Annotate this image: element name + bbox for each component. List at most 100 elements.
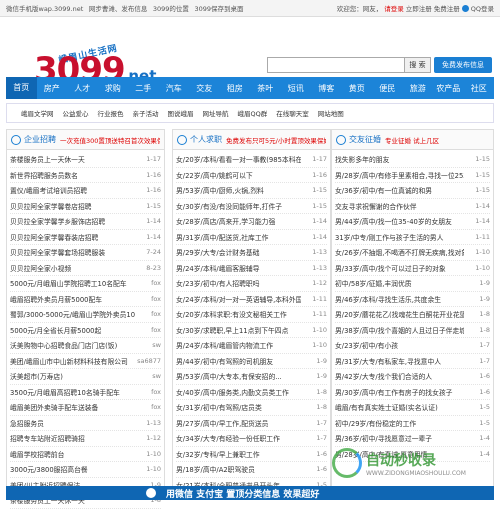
list-item[interactable]: 男/31岁/高中/配送货,社库工作 1-14 xyxy=(176,230,327,245)
publish-button[interactable]: 免费发布信息 xyxy=(434,57,492,73)
list-item-title[interactable]: 女/34岁/大专/有经验一份任职工作 xyxy=(176,433,301,443)
nav-item[interactable]: 首页 xyxy=(6,77,37,99)
list-item-title[interactable]: 女/30岁/求聘职,早上11点到下午四点 xyxy=(176,325,301,335)
list-item-title[interactable]: 女/24岁/本科/对一对一英语辅导,本科外国语学院 xyxy=(176,294,301,304)
list-item-title[interactable]: 男/42岁/大专/找个我们合适的人 xyxy=(335,371,464,381)
list-item[interactable]: 女/31岁/初中/有驾照/店员类 1-8 xyxy=(176,400,327,416)
register-link[interactable]: 立即注册 xyxy=(406,3,432,13)
list-item-title[interactable]: 女/26岁/不抽烟,不喝酒不打牌无疾病,找对象 xyxy=(335,247,464,257)
list-item[interactable]: 置仪/峨眉考试培训员招聘 1-16 xyxy=(10,183,161,199)
list-item-title[interactable]: 男/31岁/高中/配送货,社库工作 xyxy=(176,232,301,242)
list-item[interactable]: 贝贝拉阿全家学馨卷店招聘 1-15 xyxy=(10,199,161,214)
list-item[interactable]: 急招服务员 1-13 xyxy=(10,416,161,431)
list-item[interactable]: 峨眉学校招聘前台 1-10 xyxy=(10,447,161,462)
nav-item[interactable]: 博客 xyxy=(311,83,342,94)
list-item[interactable]: 男/29岁/大专/会计财务基础 1-13 xyxy=(176,245,327,261)
top-link-location[interactable]: 3099的位置 xyxy=(153,5,189,13)
list-item-title[interactable]: 贝贝拉阿全家学馨卷店招聘 xyxy=(10,201,135,211)
list-item[interactable]: 男/44岁/高中/找一位35-40岁的女朋友 1-14 xyxy=(335,214,490,230)
column-subtitle[interactable]: 专业征婚 试上几区 xyxy=(385,135,489,145)
list-item-title[interactable]: 男/18岁/高中/A2职驾驶员 xyxy=(176,464,301,474)
list-item[interactable]: 男/46岁/本科/寻找生活乐,共度余生 1-9 xyxy=(335,292,490,307)
nav-item[interactable]: 农产品 xyxy=(433,83,464,94)
column-title[interactable]: 企业招聘 xyxy=(24,134,56,145)
top-link-desktop[interactable]: 3099保存到桌面 xyxy=(194,5,243,13)
list-item-title[interactable]: 贝贝拉阿全家学馨套场招聘服装 xyxy=(10,247,135,257)
list-item[interactable]: 女/28岁/高店/高来开,学习能力强 1-14 xyxy=(176,214,327,230)
list-item[interactable]: 峨眉招聘外卖员月薪5000配车 fox xyxy=(10,292,161,307)
nav-item[interactable]: 求购 xyxy=(98,83,129,94)
column-subtitle[interactable]: 一次充值300置顶送特召首次效果保好 xyxy=(60,135,160,145)
list-item-title[interactable]: 女/30岁/有没/有没同能师年,打件子 xyxy=(176,201,301,211)
list-item-title[interactable]: 女/32岁/专科/早上兼职工作 xyxy=(176,449,301,459)
list-item-title[interactable]: 找失影多年的朋友 xyxy=(335,154,464,164)
nav-item[interactable]: 二手 xyxy=(128,83,159,94)
list-item-title[interactable]: 男/44岁/初中/有驾照的司机朋友 xyxy=(176,356,301,366)
nav-item[interactable]: 汽车 xyxy=(159,83,190,94)
list-item-title[interactable]: 交友寻求祝懈谢的合作伙伴 xyxy=(335,201,464,211)
list-item-title[interactable]: 男/29岁/大专/会计财务基础 xyxy=(176,247,301,257)
list-item-title[interactable]: 沃美超市(万寿店) xyxy=(10,371,135,381)
nav-item[interactable]: 便民 xyxy=(372,83,403,94)
search-button[interactable]: 搜 索 xyxy=(405,57,431,73)
list-item[interactable]: 贝贝拉阿全家学馨套场招聘服装 7-24 xyxy=(10,245,161,261)
list-item-title[interactable]: 男/38岁/高中/找个喜姻的人且过日子伴走城域 xyxy=(335,325,464,335)
list-item[interactable]: 男/33岁/高中/找个可以过日子的对象 1-10 xyxy=(335,261,490,276)
list-item-title[interactable]: 贝贝拉全家学馨学乡服饰店招聘 xyxy=(10,216,135,226)
list-item-title[interactable]: 男/46岁/本科/寻找生活乐,共度余生 xyxy=(335,294,464,304)
list-item[interactable]: 男/31岁/大专/有私家车,寻找意中人 1-7 xyxy=(335,354,490,369)
list-item[interactable]: 贝贝拉阿全家小视频 8-23 xyxy=(10,261,161,276)
subnav-item[interactable]: 行业报色 xyxy=(98,108,124,118)
nav-item[interactable]: 交友 xyxy=(189,83,220,94)
list-item-title[interactable]: 女/40岁/高中/服务类,内勤文员类工作 xyxy=(176,387,301,397)
list-item[interactable]: 男/30岁/高中/有工作有房子的找女孩子 1-6 xyxy=(335,385,490,400)
list-item-title[interactable]: 峨眉招聘外卖员月薪5000配车 xyxy=(10,294,135,304)
list-item-title[interactable]: 贝贝拉阿全家小视频 xyxy=(10,263,135,273)
list-item-title[interactable]: 男/24岁/本科/峨眉管内物流工作 xyxy=(176,340,301,350)
list-item-title[interactable]: 男/53岁/高中/厨师,火锅,烈料 xyxy=(176,185,301,195)
nav-item[interactable]: 短讯 xyxy=(281,83,312,94)
list-item-title[interactable]: 女/23岁/初中/有小孩 xyxy=(335,340,464,350)
free-register-link[interactable]: 免费注册 xyxy=(434,3,460,13)
subnav-item[interactable]: 图说峨眉 xyxy=(168,108,194,118)
list-item-title[interactable]: 男/27岁/高中/早工作,配货送员 xyxy=(176,418,301,428)
list-item-title[interactable]: 男/24岁/本科/峨眉客服辅导 xyxy=(176,263,301,273)
list-item-title[interactable]: 急招服务员 xyxy=(10,418,135,428)
subnav-item[interactable]: 峨眉文学网 xyxy=(21,108,54,118)
list-item-title[interactable]: 女/22岁/高中/姚鹤可以下 xyxy=(176,170,301,180)
list-item[interactable]: 5000元/月峨眉山学院招聘工10名配车 fox xyxy=(10,276,161,292)
list-item-title[interactable]: 5000元/月峨眉山学院招聘工10名配车 xyxy=(10,278,135,288)
nav-item[interactable]: 旅游 xyxy=(403,83,434,94)
list-item-title[interactable]: 沃美购物中心招聘食品门店门店(饭) xyxy=(10,340,135,350)
list-item[interactable]: 女/36岁/初中/有一位真诚的和男 1-15 xyxy=(335,183,490,199)
list-item-title[interactable]: 女/20岁/本科求职:有没文秘相关工作 xyxy=(176,309,301,319)
list-item[interactable]: 峨眉美团外卖骑手配车送装备 fox xyxy=(10,400,161,416)
list-item-title[interactable]: 男/31岁/大专/有私家车,寻找意中人 xyxy=(335,356,464,366)
list-item-title[interactable]: 茶楼服务员上一天休一天 xyxy=(10,154,135,164)
subnav-item[interactable]: 在线聊天室 xyxy=(276,108,309,118)
list-item[interactable]: 贝贝拉阿全家学馨春装店招聘 1-14 xyxy=(10,230,161,245)
list-item-title[interactable]: 初中/29岁/有份稳定的工作 xyxy=(335,418,464,428)
list-item[interactable]: 女/20岁/本科/看看一对一事教(985本科在读) 1-17 xyxy=(176,152,327,168)
subnav-item[interactable]: 峨眉QQ群 xyxy=(238,108,268,118)
top-link-publish[interactable]: 网步曹滩、发布信息 xyxy=(89,5,148,13)
list-item-title[interactable]: 置仪/峨眉考试培训员招聘 xyxy=(10,185,135,195)
list-item[interactable]: 男/27岁/高中/早工作,配货送员 1-7 xyxy=(176,416,327,431)
nav-item[interactable]: 房产 xyxy=(37,83,68,94)
list-item[interactable]: 男/53岁/高中/大专本,有保安招的... 1-9 xyxy=(176,369,327,385)
list-item[interactable]: 美团/峨眉山市中山新材料科技有限公司 sa6877 xyxy=(10,354,161,369)
list-item-title[interactable]: 男/28岁/高中/有修手里素相合,寻找一位2535岁的单身 xyxy=(335,170,464,180)
list-item[interactable]: 女/23岁/初中/有人招聘职吗 1-12 xyxy=(176,276,327,292)
list-item-title[interactable]: 31岁/中专/刚工作与孩子生活的男人 xyxy=(335,232,464,242)
list-item[interactable]: 女/23岁/初中/有小孩 1-7 xyxy=(335,338,490,354)
top-link-wap[interactable]: 微信手机版wap.3099.net xyxy=(6,5,83,13)
list-item[interactable]: 初中/58岁/征婚,丰润优质 1-9 xyxy=(335,276,490,292)
list-item-title[interactable]: 初中/58岁/征婚,丰润优质 xyxy=(335,278,464,288)
list-item[interactable]: 女/32岁/专科/早上兼职工作 1-6 xyxy=(176,447,327,462)
list-item[interactable]: 女/22岁/高中/姚鹤可以下 1-16 xyxy=(176,168,327,183)
list-item-title[interactable]: 女/20岁/本科/看看一对一事教(985本科在读) xyxy=(176,154,301,164)
list-item[interactable]: 女/30岁/有没/有没同能师年,打件子 1-15 xyxy=(176,199,327,214)
list-item[interactable]: 男/24岁/本科/峨眉客服辅导 1-13 xyxy=(176,261,327,276)
list-item-title[interactable]: 3000元/3800服招高台餐 xyxy=(10,464,135,474)
list-item-title[interactable]: 峨眉/有有真实姓士证婚(实名认证) xyxy=(335,402,464,412)
